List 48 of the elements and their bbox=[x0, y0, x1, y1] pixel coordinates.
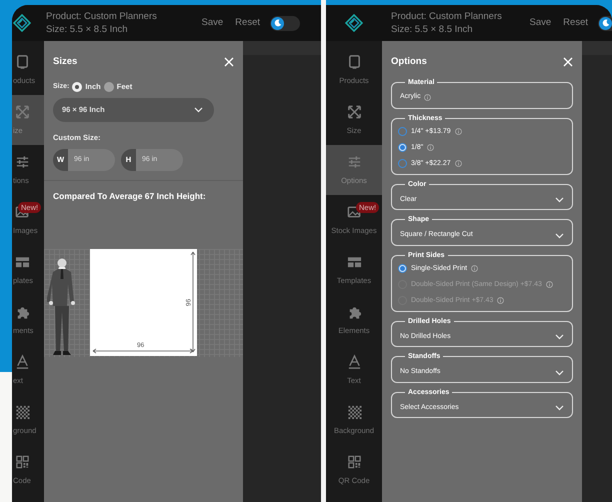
dialog-title: Options bbox=[391, 55, 427, 69]
reset-button[interactable]: Reset bbox=[557, 16, 594, 30]
tablet-icon bbox=[346, 54, 362, 70]
sliders-icon bbox=[346, 154, 362, 170]
info-icon bbox=[454, 128, 462, 136]
radio-button[interactable] bbox=[398, 264, 407, 274]
save-button[interactable]: Save bbox=[524, 16, 558, 30]
save-button[interactable]: Save bbox=[196, 16, 230, 30]
image-icon bbox=[346, 204, 362, 220]
qr-code-icon bbox=[346, 454, 362, 470]
qr-code-icon bbox=[15, 454, 30, 470]
info-icon bbox=[454, 160, 462, 168]
radio-button[interactable] bbox=[398, 127, 407, 136]
moon-icon bbox=[274, 19, 282, 27]
info-icon bbox=[424, 94, 431, 101]
logo-icon bbox=[13, 14, 31, 32]
product-size: Size: 5.5 × 8.5 Inch bbox=[46, 23, 129, 36]
comparison-heading: Compared To Average 67 Inch Height: bbox=[53, 190, 207, 202]
info-icon bbox=[546, 281, 553, 288]
tablet-icon bbox=[15, 54, 30, 70]
resize-arrows-icon bbox=[346, 104, 362, 120]
product-size: Size: 5.5 × 8.5 Inch bbox=[391, 23, 474, 36]
theme-toggle[interactable] bbox=[270, 16, 300, 30]
chevron-down-icon bbox=[555, 232, 564, 238]
chevron-down-icon bbox=[555, 405, 564, 411]
close-icon[interactable] bbox=[224, 57, 234, 68]
product-name: Product: Custom Planners bbox=[46, 10, 157, 23]
text-icon bbox=[346, 354, 362, 370]
sliders-icon bbox=[15, 154, 30, 170]
product-name: Product: Custom Planners bbox=[391, 10, 502, 23]
radio-button[interactable] bbox=[398, 159, 407, 168]
close-icon[interactable] bbox=[563, 57, 573, 68]
checkerboard-icon bbox=[346, 404, 362, 420]
logo-icon bbox=[345, 14, 363, 32]
resize-arrows-icon bbox=[15, 104, 30, 120]
chevron-down-icon bbox=[555, 334, 564, 340]
dialog-title: Sizes bbox=[53, 55, 78, 69]
info-icon bbox=[471, 265, 478, 272]
checkerboard-icon bbox=[15, 404, 30, 420]
chevron-down-icon bbox=[555, 197, 564, 203]
reset-button[interactable]: Reset bbox=[229, 16, 266, 30]
info-icon bbox=[427, 144, 434, 152]
chevron-down-icon bbox=[555, 370, 564, 376]
radio-button[interactable] bbox=[398, 143, 407, 152]
moon-icon bbox=[602, 19, 610, 27]
text-icon bbox=[15, 354, 30, 370]
info-icon bbox=[497, 297, 504, 304]
chevron-down-icon bbox=[194, 106, 203, 112]
